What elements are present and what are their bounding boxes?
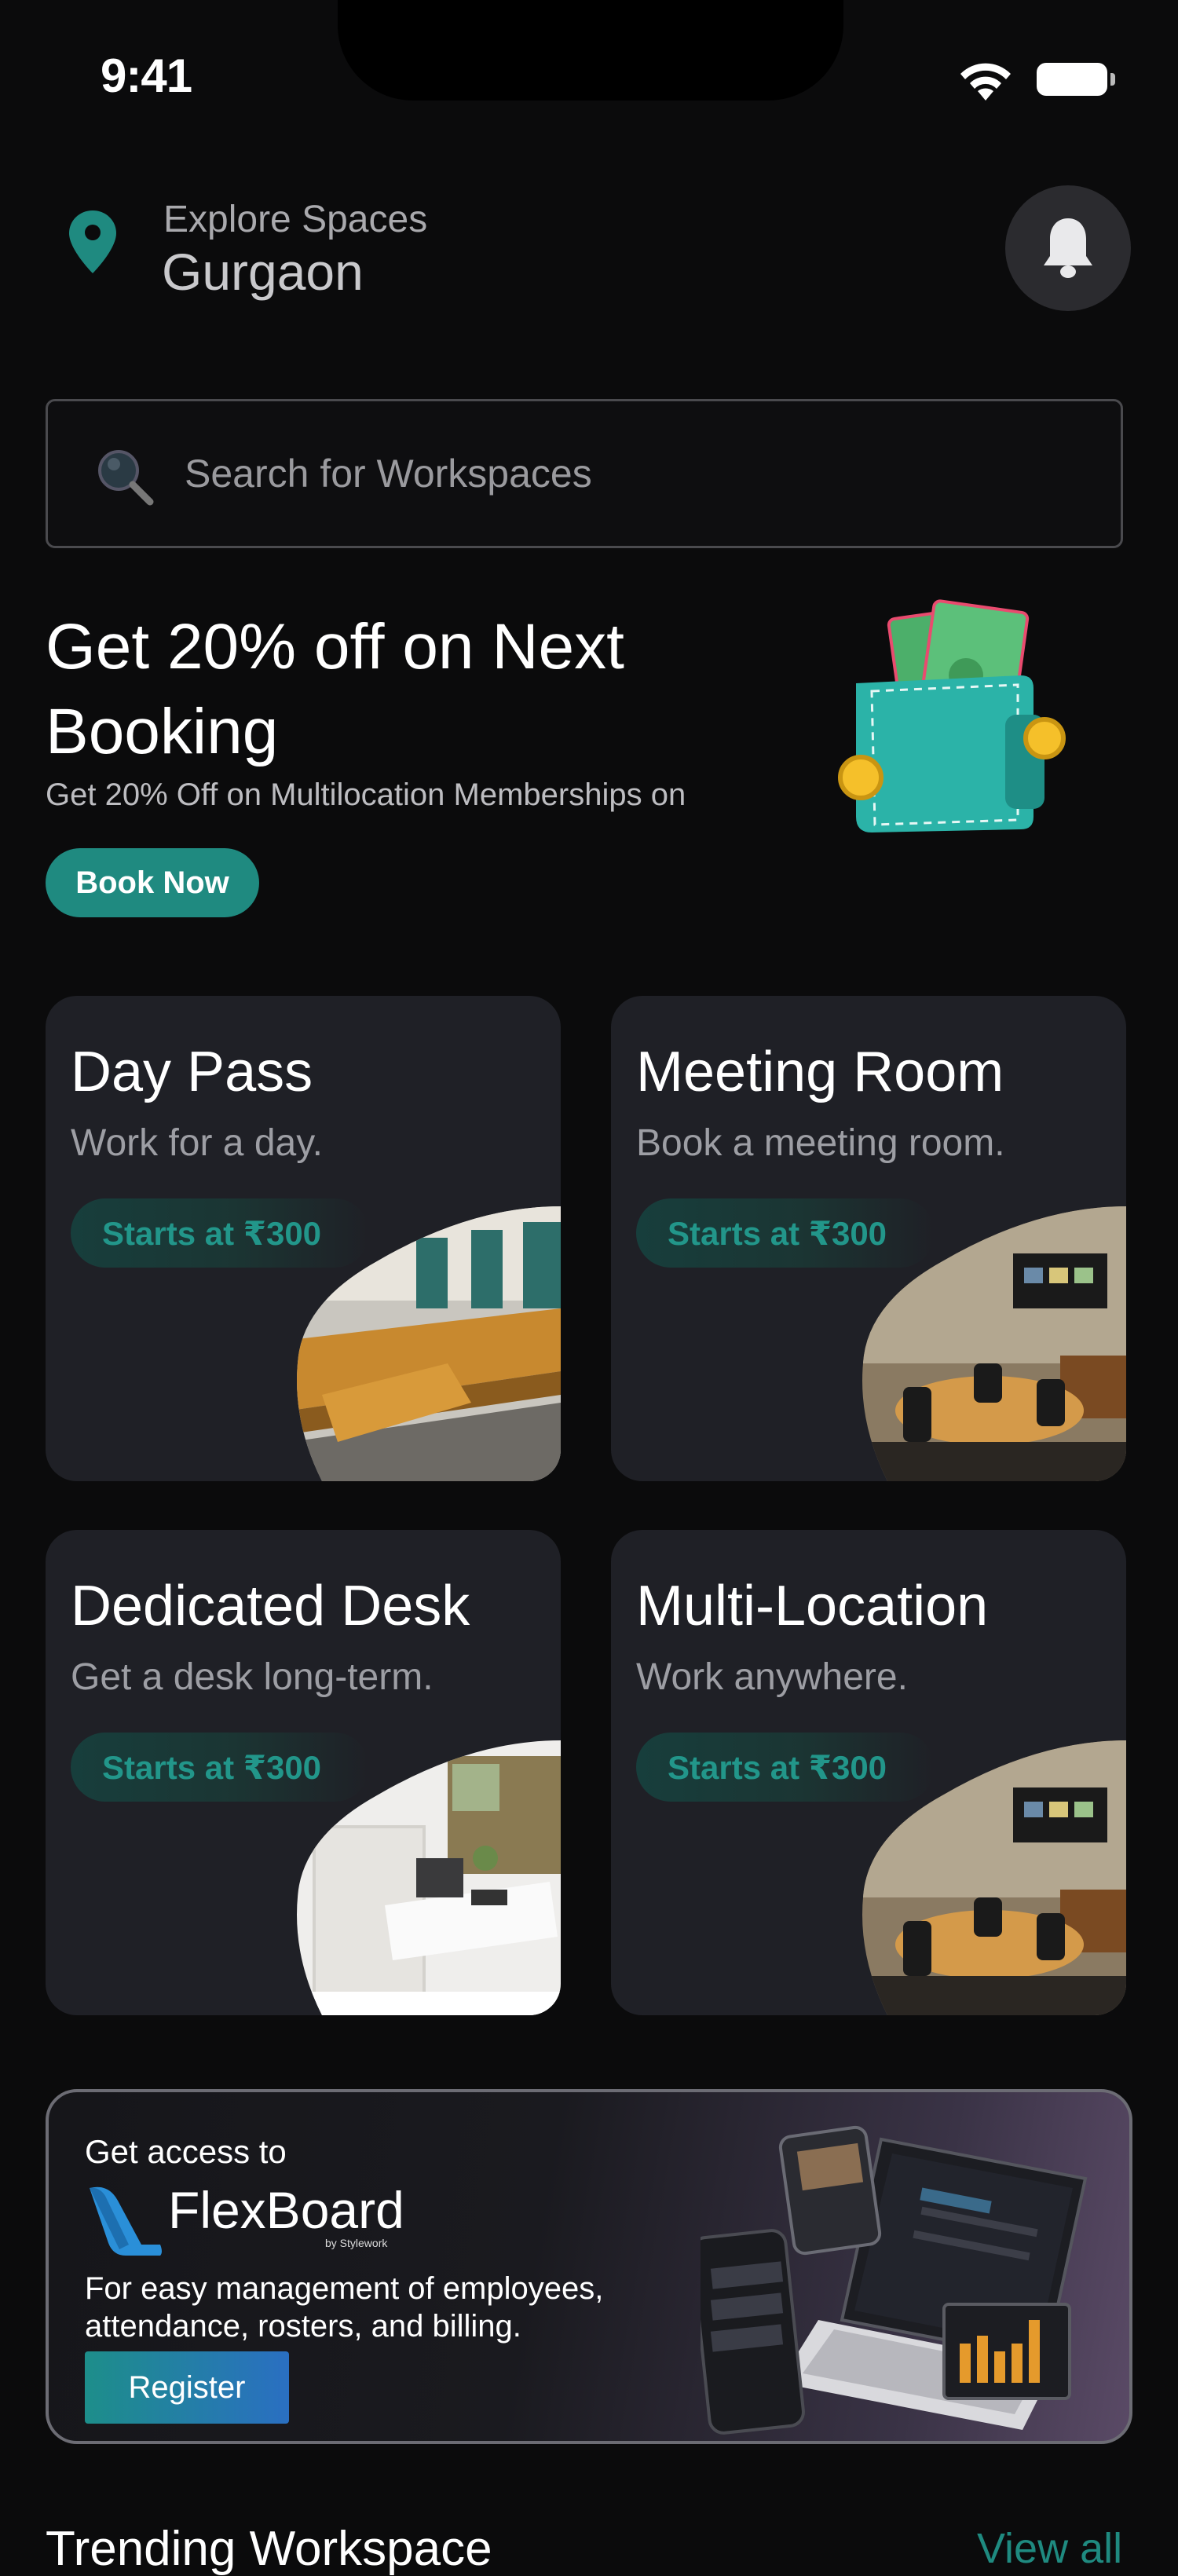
bell-icon (1044, 218, 1092, 278)
view-all-link[interactable]: View all (977, 2524, 1122, 2573)
card-day-pass[interactable]: Day Pass Work for a day. Starts at ₹300 (46, 996, 561, 1481)
devices-mockup-illustration (701, 2125, 1088, 2435)
notifications-button[interactable] (1005, 185, 1131, 311)
book-now-button[interactable]: Book Now (46, 848, 259, 917)
meeting-room-photo (862, 1206, 1126, 1481)
card-subtitle: Work anywhere. (636, 1656, 908, 1698)
battery-icon (1037, 63, 1115, 96)
card-subtitle: Get a desk long-term. (71, 1656, 434, 1698)
coworking-hall-photo (297, 1206, 561, 1481)
card-title: Multi-Location (636, 1575, 989, 1637)
city-selector[interactable]: Gurgaon (162, 242, 364, 302)
card-subtitle: Work for a day. (71, 1122, 323, 1164)
search-input[interactable] (185, 442, 1048, 505)
promo-title: Get 20% off on Next Booking (46, 611, 624, 767)
card-subtitle: Book a meeting room. (636, 1122, 1005, 1164)
search-icon (98, 450, 154, 506)
flexboard-banner[interactable]: Get access to FlexBoard by Stylework For… (46, 2089, 1132, 2444)
status-time: 9:41 (101, 49, 192, 102)
location-pin-icon (69, 210, 116, 273)
flexboard-access-label: Get access to (85, 2133, 287, 2170)
dedicated-desk-photo (297, 1740, 561, 2015)
trending-title: Trending Workspace (46, 2522, 492, 2576)
card-title: Dedicated Desk (71, 1575, 470, 1637)
explore-label: Explore Spaces (163, 199, 428, 240)
flexboard-description: For easy management of employees, attend… (85, 2271, 604, 2344)
promo-subtitle: Get 20% Off on Multilocation Memberships… (46, 778, 686, 812)
register-button[interactable]: Register (85, 2351, 289, 2424)
flexboard-by-label: by Stylework (325, 2237, 388, 2249)
card-dedicated-desk[interactable]: Dedicated Desk Get a desk long-term. Sta… (46, 1530, 561, 2015)
wifi-icon (960, 63, 1011, 101)
search-bar[interactable] (46, 399, 1123, 548)
card-meeting-room[interactable]: Meeting Room Book a meeting room. Starts… (611, 996, 1126, 1481)
device-notch (338, 0, 843, 101)
card-title: Meeting Room (636, 1041, 1004, 1103)
card-multi-location[interactable]: Multi-Location Work anywhere. Starts at … (611, 1530, 1126, 2015)
multi-location-photo (862, 1740, 1126, 2015)
wallet-illustration-icon (838, 599, 1066, 832)
flexboard-brand: FlexBoard (168, 2181, 404, 2239)
card-title: Day Pass (71, 1041, 313, 1103)
